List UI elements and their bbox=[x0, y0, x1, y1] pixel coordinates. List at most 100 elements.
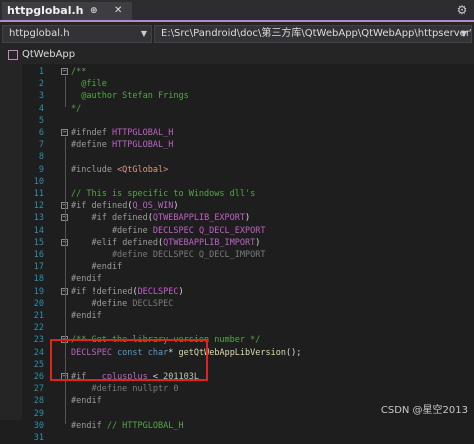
line-number: 29 bbox=[33, 408, 44, 419]
code-line[interactable]: 4 */ bbox=[0, 103, 474, 115]
code-text: #define DECLSPEC Q_DECL_EXPORT bbox=[71, 225, 266, 236]
code-line[interactable]: 19−#if !defined(DECLSPEC) bbox=[0, 286, 474, 298]
line-number: 20 bbox=[33, 298, 44, 309]
code-line[interactable]: 20 #define DECLSPEC bbox=[0, 298, 474, 310]
highlight-box bbox=[50, 339, 208, 381]
line-number: 8 bbox=[38, 152, 44, 163]
line-number: 30 bbox=[33, 420, 44, 431]
file-scope-dropdown[interactable]: httpglobal.h ▼ bbox=[2, 25, 152, 43]
code-line[interactable]: 10 bbox=[0, 176, 474, 188]
code-text: #define nullptr 0 bbox=[71, 384, 179, 395]
code-line[interactable]: 15− #elif defined(QTWEBAPPLIB_IMPORT) bbox=[0, 237, 474, 249]
line-number: 26 bbox=[33, 372, 44, 382]
line-number: 5 bbox=[38, 115, 44, 126]
code-line[interactable]: 2 @file bbox=[0, 78, 474, 90]
code-text: #include <QtGlobal> bbox=[71, 164, 169, 175]
fold-guide-line bbox=[65, 222, 66, 266]
code-text: #endif bbox=[71, 262, 123, 273]
code-text: */ bbox=[71, 103, 82, 114]
code-line[interactable]: 31 bbox=[0, 432, 474, 444]
line-number: 9 bbox=[38, 164, 44, 175]
code-line[interactable]: 5 bbox=[0, 115, 474, 127]
line-number: 7 bbox=[38, 140, 44, 151]
code-text: #endif bbox=[71, 396, 102, 407]
code-line[interactable]: 12−#if defined(Q_OS_WIN) bbox=[0, 200, 474, 212]
code-line[interactable]: 14 #define DECLSPEC Q_DECL_EXPORT bbox=[0, 225, 474, 237]
line-number: 4 bbox=[38, 103, 44, 114]
code-line[interactable]: 16 #define DECLSPEC Q_DECL_IMPORT bbox=[0, 249, 474, 261]
code-text: #define HTTPGLOBAL_H bbox=[71, 140, 174, 151]
document-tab-bar: httpglobal.h ⊕ ✕ ⚙ bbox=[0, 0, 474, 22]
fold-guide-line bbox=[65, 381, 66, 400]
chevron-down-icon: ▼ bbox=[140, 29, 147, 38]
close-icon[interactable]: ✕ bbox=[114, 2, 122, 20]
code-text: #if defined(QTWEBAPPLIB_EXPORT) bbox=[71, 213, 251, 224]
line-number: 11 bbox=[33, 189, 44, 199]
file-path-dropdown[interactable]: E:\Src\Pandroid\doc\第三方库\QtWebApp\QtWebA… bbox=[154, 25, 472, 43]
fold-toggle-icon[interactable]: − bbox=[61, 68, 68, 75]
line-number: 28 bbox=[33, 396, 44, 407]
code-line[interactable]: 11 // This is specific to Windows dll's bbox=[0, 188, 474, 200]
line-number: 19 bbox=[33, 286, 44, 297]
tab-httpglobal-h[interactable]: httpglobal.h ⊕ ✕ bbox=[2, 2, 132, 20]
line-number: 16 bbox=[33, 250, 44, 260]
line-number: 6 bbox=[38, 128, 44, 138]
code-text: #elif defined(QTWEBAPPLIB_IMPORT) bbox=[71, 237, 261, 248]
code-text: #define DECLSPEC Q_DECL_IMPORT bbox=[71, 250, 266, 260]
tab-title: httpglobal.h bbox=[7, 4, 84, 17]
code-text: #endif bbox=[71, 311, 102, 321]
code-text: @author Stefan Frings bbox=[71, 91, 189, 102]
code-text: #define DECLSPEC bbox=[71, 298, 174, 309]
navigation-bar: httpglobal.h ▼ E:\Src\Pandroid\doc\第三方库\… bbox=[0, 22, 474, 47]
code-line[interactable]: 30 #endif // HTTPGLOBAL_H bbox=[0, 420, 474, 432]
line-number: 27 bbox=[33, 384, 44, 395]
line-number: 10 bbox=[33, 176, 44, 187]
line-number: 3 bbox=[38, 91, 44, 102]
code-line[interactable]: 21 #endif bbox=[0, 310, 474, 322]
code-text: #endif // HTTPGLOBAL_H bbox=[71, 420, 184, 431]
watermark: CSDN @星空2013 bbox=[380, 405, 468, 416]
code-text: #endif bbox=[71, 274, 102, 285]
code-line[interactable]: 18 #endif bbox=[0, 273, 474, 285]
line-number: 13 bbox=[33, 213, 44, 224]
code-line[interactable]: 8 bbox=[0, 151, 474, 163]
code-text: // This is specific to Windows dll's bbox=[71, 189, 256, 199]
fold-guide-line bbox=[65, 295, 66, 314]
project-icon bbox=[8, 50, 18, 60]
code-line[interactable]: 1 −/** bbox=[0, 66, 474, 78]
code-text: @file bbox=[71, 79, 107, 90]
settings-gear-icon[interactable]: ⚙ bbox=[454, 2, 470, 18]
project-name: QtWebApp bbox=[22, 49, 76, 60]
code-line[interactable]: 7 #define HTTPGLOBAL_H bbox=[0, 139, 474, 151]
pin-icon[interactable]: ⊕ bbox=[90, 2, 98, 20]
project-selector[interactable]: QtWebApp bbox=[0, 46, 474, 65]
code-line[interactable]: 22 bbox=[0, 322, 474, 334]
code-line[interactable]: 13− #if defined(QTWEBAPPLIB_EXPORT) bbox=[0, 212, 474, 224]
line-number: 21 bbox=[33, 311, 44, 321]
fold-toggle-icon[interactable]: − bbox=[61, 129, 68, 136]
line-number: 23 bbox=[33, 335, 44, 346]
code-text: /** bbox=[71, 67, 87, 77]
code-line[interactable]: 27 #define nullptr 0 bbox=[0, 383, 474, 395]
line-number: 25 bbox=[33, 359, 44, 370]
code-text: #if !defined(DECLSPEC) bbox=[71, 286, 184, 297]
line-number: 14 bbox=[33, 225, 44, 236]
chevron-down-icon: ▼ bbox=[460, 29, 467, 38]
line-number: 17 bbox=[33, 262, 44, 273]
line-number: 22 bbox=[33, 323, 44, 334]
file-path-value: E:\Src\Pandroid\doc\第三方库\QtWebApp\QtWebA… bbox=[161, 28, 471, 39]
code-line[interactable]: 17 #endif bbox=[0, 261, 474, 273]
line-number: 18 bbox=[33, 274, 44, 285]
code-line[interactable]: 9 #include <QtGlobal> bbox=[0, 164, 474, 176]
file-scope-value: httpglobal.h bbox=[9, 28, 70, 39]
line-number: 15 bbox=[33, 237, 44, 248]
fold-guide-line bbox=[65, 76, 66, 107]
code-line[interactable]: 3 @author Stefan Frings bbox=[0, 90, 474, 102]
line-number: 2 bbox=[38, 79, 44, 90]
code-line[interactable]: 6 − #ifndef HTTPGLOBAL_H bbox=[0, 127, 474, 139]
line-number: 24 bbox=[33, 347, 44, 358]
line-number: 12 bbox=[33, 201, 44, 212]
line-number: 1 bbox=[38, 67, 44, 77]
code-text: #ifndef HTTPGLOBAL_H bbox=[71, 128, 174, 138]
code-text: #if defined(Q_OS_WIN) bbox=[71, 201, 179, 212]
